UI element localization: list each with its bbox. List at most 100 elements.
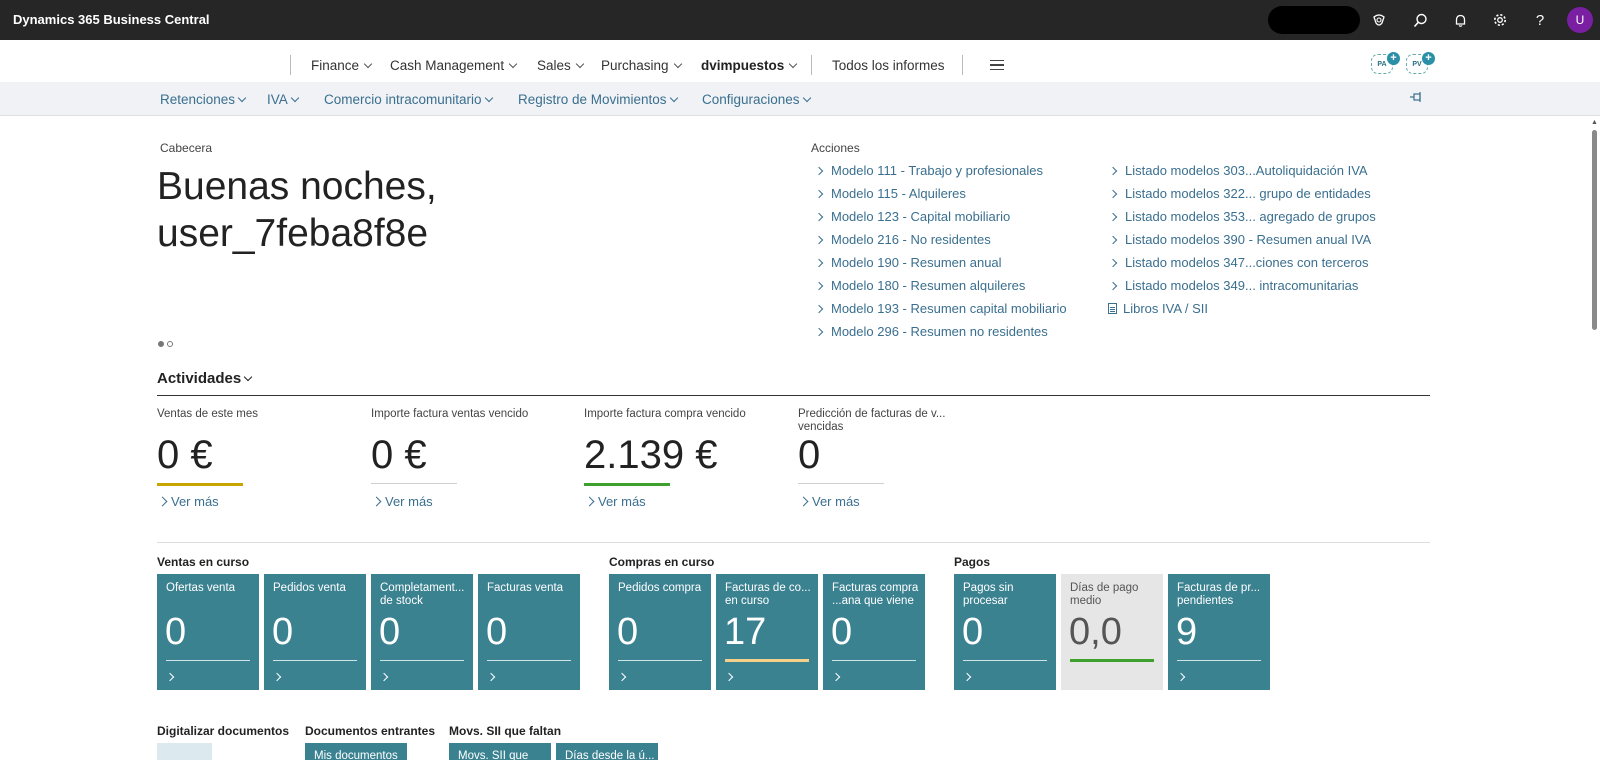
action-link[interactable]: Modelo 216 - No residentes xyxy=(814,232,991,247)
copilot-icon[interactable] xyxy=(1369,10,1389,30)
chevron-right-icon xyxy=(1108,189,1118,198)
chevron-right-icon xyxy=(814,212,824,221)
action-link[interactable]: Listado modelos 390 - Resumen anual IVA xyxy=(1108,232,1371,247)
tile-pedidos-venta[interactable]: Pedidos venta 0 xyxy=(264,574,366,690)
activities-title[interactable]: Actividades xyxy=(157,370,253,387)
add-icon[interactable]: + xyxy=(1387,52,1400,65)
hamburger-menu-icon[interactable] xyxy=(990,60,1004,70)
chevron-right-icon xyxy=(1108,281,1118,290)
pager-dot[interactable] xyxy=(167,341,173,347)
gear-icon[interactable] xyxy=(1490,10,1510,30)
action-link-libros-iva[interactable]: Libros IVA / SII xyxy=(1108,301,1208,316)
action-link[interactable]: Listado modelos 353... agregado de grupo… xyxy=(1108,209,1376,224)
kpi-value[interactable]: 0 € xyxy=(371,433,551,477)
nav-purchasing[interactable]: Purchasing xyxy=(601,58,682,73)
avatar[interactable]: U xyxy=(1567,7,1593,33)
see-more-link[interactable]: Ver más xyxy=(371,494,551,509)
see-more-link[interactable]: Ver más xyxy=(157,494,337,509)
subnav-iva[interactable]: IVA xyxy=(267,92,300,107)
kpi-ventas-mes[interactable]: Ventas de este mes 0 € Ver más xyxy=(157,408,337,509)
scroll-up-arrow-icon[interactable]: ▲ xyxy=(1591,119,1598,126)
chevron-down-icon xyxy=(237,93,247,102)
nav-finance[interactable]: Finance xyxy=(311,58,373,73)
action-link[interactable]: Listado modelos 347...ciones con tercero… xyxy=(1108,255,1369,270)
chevron-right-icon xyxy=(814,258,824,267)
nav-cash-management[interactable]: Cash Management xyxy=(390,58,518,73)
action-link[interactable]: Listado modelos 322... grupo de entidade… xyxy=(1108,186,1371,201)
bell-icon[interactable] xyxy=(1450,10,1470,30)
tile-digitalizar[interactable] xyxy=(157,743,212,760)
search-icon[interactable] xyxy=(1410,10,1430,30)
chevron-right-icon xyxy=(1108,235,1118,244)
action-link[interactable]: Modelo 115 - Alquileres xyxy=(814,186,966,201)
action-link[interactable]: Modelo 193 - Resumen capital mobiliario xyxy=(814,301,1067,316)
actions-label: Acciones xyxy=(811,141,860,155)
kpi-value[interactable]: 2.139 € xyxy=(584,433,764,477)
tile-dias-desde[interactable]: Días desde la ú... xyxy=(556,743,658,760)
app-title[interactable]: Dynamics 365 Business Central xyxy=(13,12,210,27)
group-title-digitalizar: Digitalizar documentos xyxy=(157,724,290,738)
subnav-configuraciones[interactable]: Configuraciones xyxy=(702,92,811,107)
kpi-prediccion[interactable]: Predicción de facturas de v... vencidas … xyxy=(798,408,978,509)
tile-mis-documentos[interactable]: Mis documentos xyxy=(305,743,407,760)
chevron-down-icon xyxy=(290,93,300,102)
action-link[interactable]: Listado modelos 349... intracomunitarias xyxy=(1108,278,1358,293)
tile-facturas-compra-semana[interactable]: Facturas compra ...ana que viene 0 xyxy=(823,574,925,690)
pager-dot[interactable] xyxy=(158,341,164,347)
chevron-right-icon xyxy=(814,281,824,290)
scrollbar-thumb[interactable] xyxy=(1592,130,1597,330)
chevron-right-icon xyxy=(798,496,809,507)
tile-ofertas-venta[interactable]: Ofertas venta 0 xyxy=(157,574,259,690)
action-link[interactable]: Modelo 111 - Trabajo y profesionales xyxy=(814,163,1043,178)
tile-facturas-venta[interactable]: Facturas venta 0 xyxy=(478,574,580,690)
action-link[interactable]: Modelo 190 - Resumen anual xyxy=(814,255,1002,270)
sub-nav: Retenciones IVA Comercio intracomunitari… xyxy=(0,82,1600,116)
chevron-right-icon xyxy=(486,672,496,682)
activities-divider xyxy=(157,395,1430,396)
kpi-compra-vencido[interactable]: Importe factura compra vencido 2.139 € V… xyxy=(584,408,764,509)
help-icon[interactable]: ? xyxy=(1530,10,1550,30)
chevron-right-icon xyxy=(272,672,282,682)
kpi-value[interactable]: 0 xyxy=(798,433,978,477)
action-link[interactable]: Modelo 123 - Capital mobiliario xyxy=(814,209,1010,224)
chevron-right-icon xyxy=(1108,258,1118,267)
kpi-ventas-vencido[interactable]: Importe factura ventas vencido 0 € Ver m… xyxy=(371,408,551,509)
tile-facturas-compra-curso[interactable]: Facturas de co... en curso 17 xyxy=(716,574,818,690)
chevron-down-icon xyxy=(789,59,798,68)
pin-icon[interactable] xyxy=(1409,91,1423,106)
chevron-right-icon xyxy=(1176,672,1186,682)
nav-sales[interactable]: Sales xyxy=(537,58,585,73)
chevron-right-icon xyxy=(814,235,824,244)
kpi-bar xyxy=(798,483,884,484)
tile-dias-pago-medio[interactable]: Días de pago medio 0,0 xyxy=(1061,574,1163,690)
action-link[interactable]: Listado modelos 303...Autoliquidación IV… xyxy=(1108,163,1368,178)
action-link[interactable]: Modelo 180 - Resumen alquileres xyxy=(814,278,1025,293)
chevron-down-icon xyxy=(508,59,518,68)
nav-dvimpuestos[interactable]: dvimpuestos xyxy=(701,58,798,73)
kpi-label: Importe factura compra vencido xyxy=(584,408,746,420)
tile-pagos-sin-procesar[interactable]: Pagos sin procesar 0 xyxy=(954,574,1056,690)
tile-facturas-pendientes[interactable]: Facturas de pr... pendientes 9 xyxy=(1168,574,1270,690)
chevron-down-icon xyxy=(669,93,678,102)
kpi-value[interactable]: 0 € xyxy=(157,433,337,477)
chevron-down-icon xyxy=(575,59,585,68)
subnav-retenciones[interactable]: Retenciones xyxy=(160,92,247,107)
chevron-right-icon xyxy=(962,672,972,682)
tile-movs-sii[interactable]: Movs. SII que xyxy=(449,743,551,760)
nav-all-reports[interactable]: Todos los informes xyxy=(832,58,945,73)
redacted-environment xyxy=(1268,6,1360,34)
group-title-ventas: Ventas en curso xyxy=(157,555,250,569)
subnav-registro-movimientos[interactable]: Registro de Movimientos xyxy=(518,92,678,107)
kpi-bar xyxy=(371,483,457,484)
see-more-link[interactable]: Ver más xyxy=(798,494,978,509)
action-link[interactable]: Modelo 296 - Resumen no residentes xyxy=(814,324,1048,339)
section-divider xyxy=(157,542,1430,543)
see-more-link[interactable]: Ver más xyxy=(584,494,764,509)
chevron-right-icon xyxy=(1108,212,1118,221)
subnav-comercio-intracomunitario[interactable]: Comercio intracomunitario xyxy=(324,92,493,107)
main-nav: Finance Cash Management Sales Purchasing… xyxy=(0,40,1600,82)
tile-pedidos-compra[interactable]: Pedidos compra 0 xyxy=(609,574,711,690)
tile-completamente-stock[interactable]: Completament... de stock 0 xyxy=(371,574,473,690)
add-icon[interactable]: + xyxy=(1422,52,1435,65)
top-bar: Dynamics 365 Business Central ? U xyxy=(0,0,1600,40)
